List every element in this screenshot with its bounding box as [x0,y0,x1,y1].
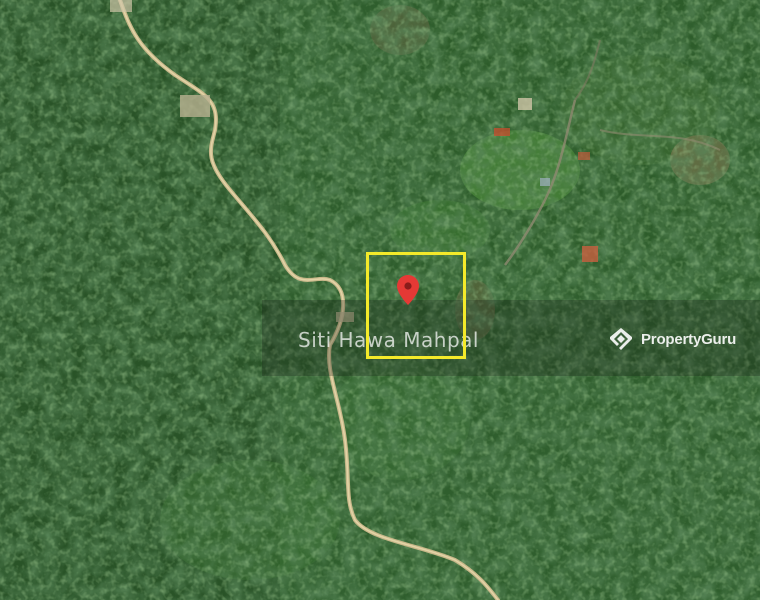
satellite-map[interactable]: Siti Hawa Mahpal PropertyGuru [0,0,760,600]
map-pin-icon[interactable] [397,275,419,305]
brand-name: PropertyGuru [641,330,737,348]
property-boundary-box [366,252,466,359]
propertyguru-logo-icon [610,328,632,350]
propertyguru-watermark: PropertyGuru [607,325,736,353]
